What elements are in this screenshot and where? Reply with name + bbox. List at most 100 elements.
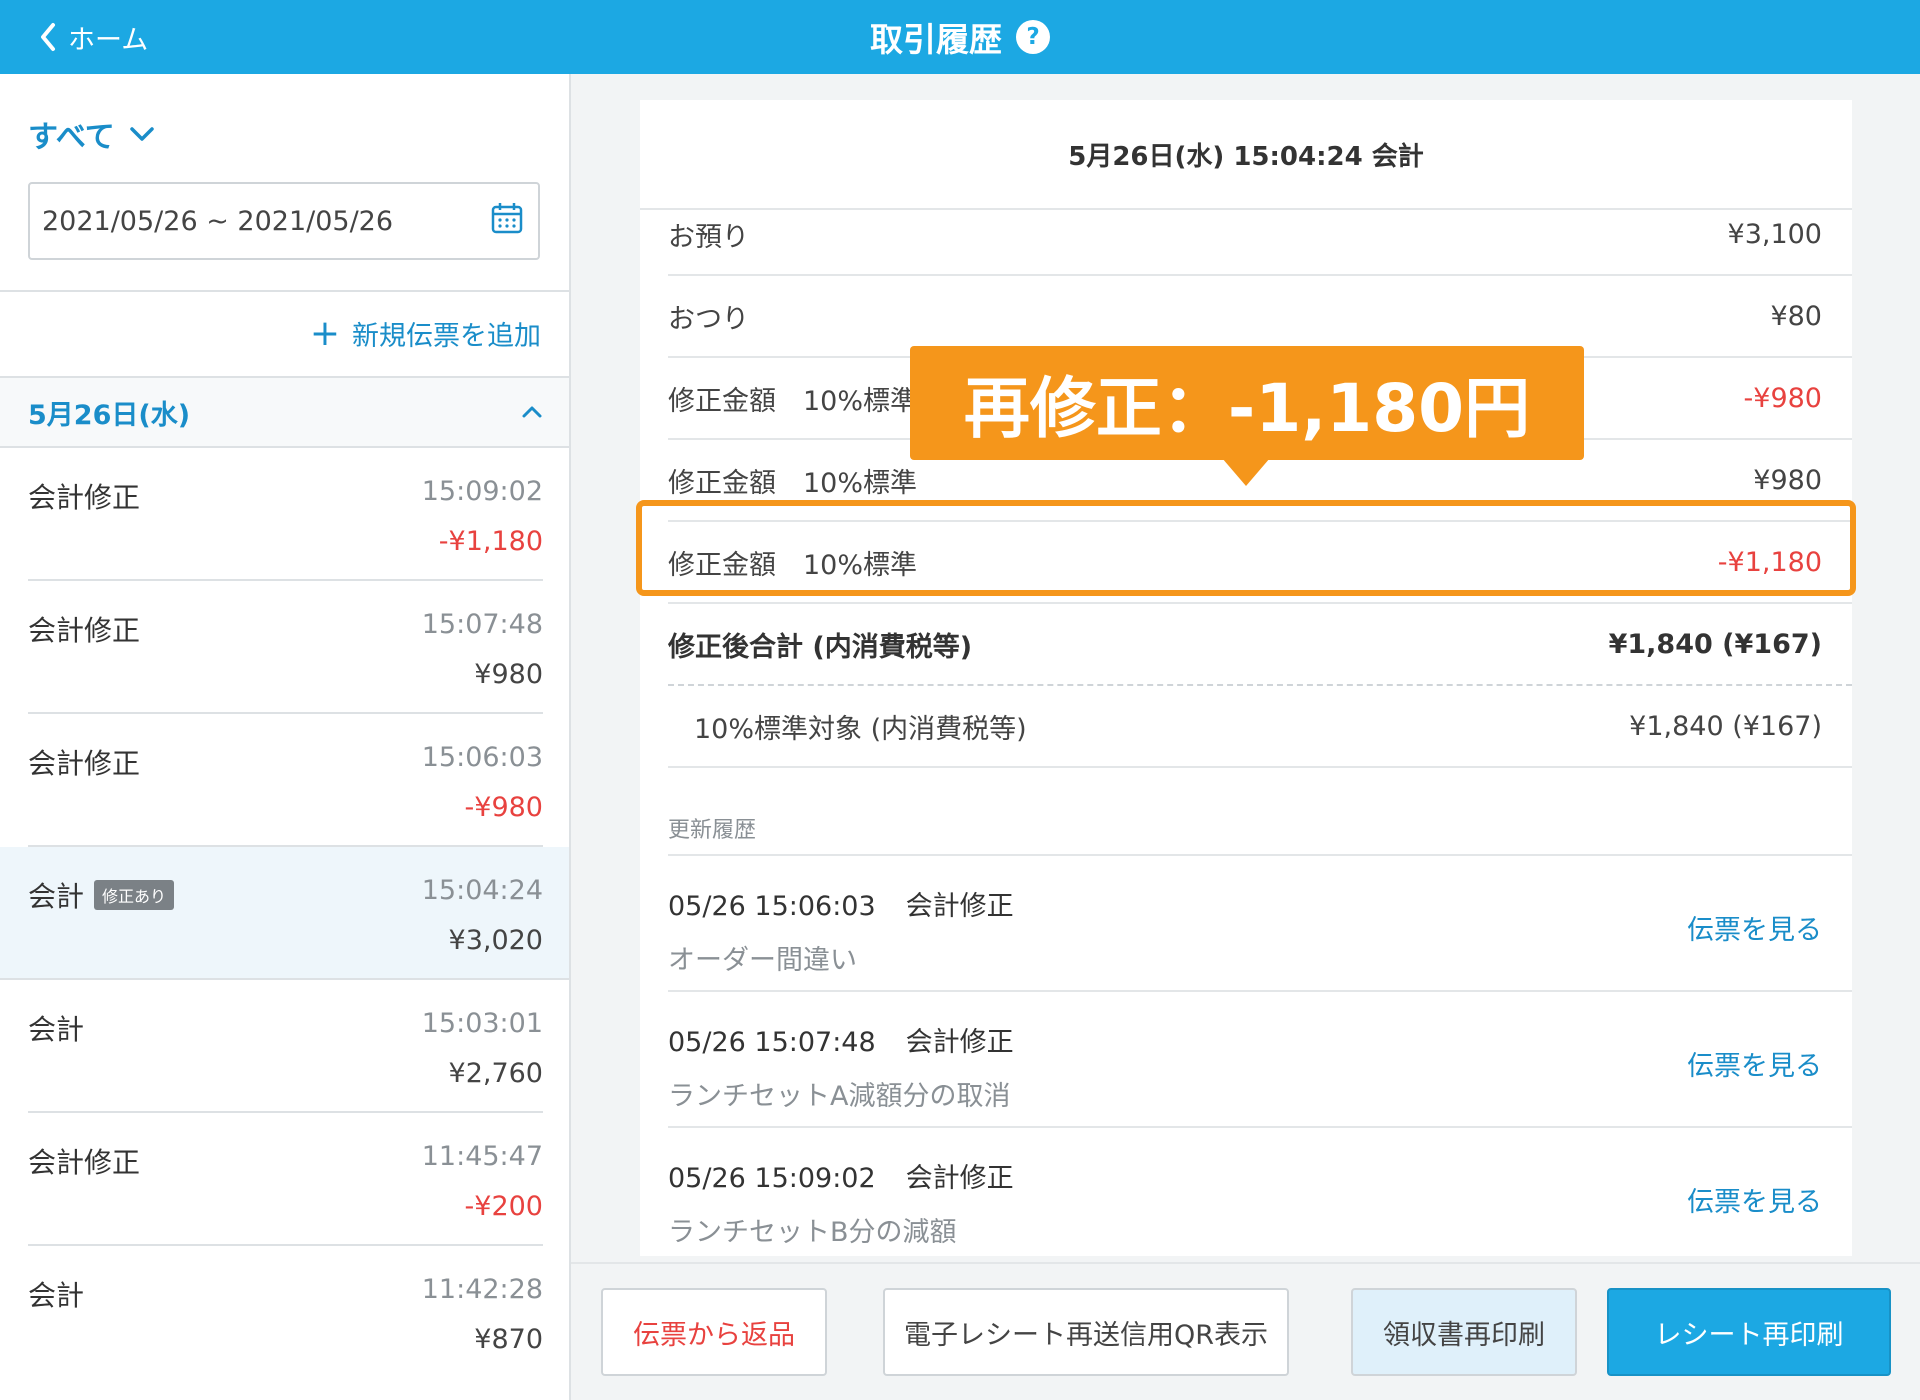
modified-badge: 修正あり: [94, 880, 175, 910]
transaction-amount: ¥870: [474, 1324, 543, 1355]
transaction-type-text: 会計: [28, 880, 85, 913]
view-slip-link[interactable]: 伝票を見る: [1687, 1180, 1822, 1219]
app-header: ホーム 取引履歴 ?: [0, 0, 1920, 74]
transaction-time: 11:45:47: [421, 1141, 543, 1172]
transaction-amount: ¥980: [474, 659, 543, 690]
callout-label: 再修正：-1,180円: [910, 346, 1584, 460]
history-type: 会計修正: [905, 1027, 1014, 1058]
total-label: 修正後合計 (内消費税等): [668, 631, 973, 663]
transaction-item[interactable]: 会計修正 11:45:47 -¥200: [28, 1113, 543, 1246]
row-label: おつり: [668, 303, 749, 335]
history-note: オーダー間違い: [668, 945, 857, 976]
history-title: 05/26 15:06:03 会計修正: [668, 884, 1014, 923]
reprint-invoice-button[interactable]: 領収書再印刷: [1351, 1288, 1577, 1376]
detail-title: 5月26日(水) 15:04:24 会計: [640, 100, 1852, 210]
page-title-group: 取引履歴 ?: [0, 0, 1920, 74]
view-slip-link[interactable]: 伝票を見る: [1687, 908, 1822, 947]
transaction-sidebar: すべて 2021/05/26 ~ 2021/05/26 + 新規伝票を追加 5月…: [0, 74, 571, 1400]
row-value: ¥3,100: [1727, 218, 1822, 250]
tax-label: 10%標準対象 (内消費税等): [694, 713, 1027, 745]
transaction-type: 会計: [28, 1274, 84, 1314]
day-label: 5月26日(水): [28, 399, 191, 431]
history-title: 05/26 15:07:48 会計修正: [668, 1020, 1014, 1059]
tax-value: ¥1,840 (¥167): [1629, 710, 1822, 742]
action-bar: 伝票から返品 電子レシート再送信用QR表示 領収書再印刷 レシート再印刷: [571, 1262, 1920, 1400]
transaction-amount: -¥980: [464, 792, 543, 823]
history-item: 05/26 15:06:03 会計修正 オーダー間違い 伝票を見る: [668, 856, 1852, 992]
transaction-amount: -¥1,180: [438, 526, 543, 557]
page-title: 取引履歴: [870, 20, 1002, 59]
transaction-amount: ¥2,760: [448, 1058, 543, 1089]
row-label: お預り: [668, 221, 749, 253]
transaction-amount: -¥200: [464, 1191, 543, 1222]
total-row: 修正後合計 (内消費税等) ¥1,840 (¥167): [668, 604, 1852, 686]
transaction-type: 会計修正: [28, 609, 140, 649]
history-title: 05/26 15:09:02 会計修正: [668, 1156, 1014, 1195]
transaction-item[interactable]: 会計修正 15:09:02 -¥1,180: [28, 448, 543, 581]
transaction-item[interactable]: 会計修正 15:07:48 ¥980: [28, 581, 543, 714]
date-range-value: 2021/05/26 ~ 2021/05/26: [42, 205, 394, 237]
sidebar-divider: [0, 290, 569, 292]
transaction-list: 会計修正 15:09:02 -¥1,180 会計修正 15:07:48 ¥980…: [0, 448, 569, 1379]
filter-label: すべて: [28, 120, 115, 155]
history-datetime: 05/26 15:07:48: [668, 1027, 876, 1058]
transaction-type: 会計修正: [28, 476, 140, 516]
transaction-type: 会計: [28, 1008, 84, 1048]
transaction-type: 会計修正: [28, 742, 140, 782]
transaction-type-text: 会計修正: [28, 747, 141, 780]
transaction-time: 11:42:28: [421, 1274, 543, 1305]
chevron-up-icon: [522, 406, 542, 418]
transaction-time: 15:06:03: [421, 742, 543, 773]
transaction-amount: ¥3,020: [448, 925, 543, 956]
history-note: ランチセットB分の減額: [668, 1217, 957, 1248]
transaction-type-text: 会計修正: [28, 1146, 141, 1179]
transaction-item[interactable]: 会計 15:03:01 ¥2,760: [28, 980, 543, 1113]
transaction-time: 15:04:24: [421, 875, 543, 906]
transaction-time: 15:09:02: [421, 476, 543, 507]
callout-arrow: [1222, 458, 1270, 486]
reprint-receipt-button[interactable]: レシート再印刷: [1607, 1288, 1891, 1376]
history-type: 会計修正: [905, 1163, 1014, 1194]
return-from-slip-button[interactable]: 伝票から返品: [601, 1288, 827, 1376]
row-label: 修正金額 10%標準: [668, 467, 918, 499]
calendar-icon[interactable]: [490, 201, 524, 242]
row-value: ¥80: [1770, 300, 1822, 332]
adjustment-row-highlighted: 修正金額 10%標準 -¥1,180: [668, 522, 1852, 604]
row-value: ¥980: [1753, 464, 1822, 496]
transaction-type: 会計 修正あり: [28, 875, 175, 915]
transaction-type-text: 会計修正: [28, 614, 141, 647]
transaction-type-text: 会計: [28, 1279, 85, 1312]
history-note: ランチセットA減額分の取消: [668, 1081, 1011, 1112]
transaction-item[interactable]: 会計修正 15:06:03 -¥980: [28, 714, 543, 847]
date-range-field[interactable]: 2021/05/26 ~ 2021/05/26: [28, 182, 540, 260]
transaction-type-text: 会計修正: [28, 481, 141, 514]
history-item: 05/26 15:07:48 会計修正 ランチセットA減額分の取消 伝票を見る: [668, 992, 1852, 1128]
transaction-type: 会計修正: [28, 1141, 140, 1181]
history-type: 会計修正: [905, 891, 1014, 922]
help-icon[interactable]: ?: [1016, 20, 1050, 54]
transaction-detail-panel: 5月26日(水) 15:04:24 会計 お預り ¥3,100 おつり ¥80 …: [640, 100, 1852, 1256]
transaction-item-selected[interactable]: 会計 修正あり 15:04:24 ¥3,020: [0, 847, 569, 980]
row-label: 修正金額 10%標準: [668, 549, 918, 581]
transaction-item[interactable]: 会計 11:42:28 ¥870: [28, 1246, 543, 1379]
tax-row: 10%標準対象 (内消費税等) ¥1,840 (¥167): [668, 686, 1852, 768]
filter-dropdown[interactable]: すべて: [28, 112, 155, 156]
history-item: 05/26 15:09:02 会計修正 ランチセットB分の減額 伝票を見る: [668, 1128, 1852, 1256]
add-slip-label: 新規伝票を追加: [352, 321, 541, 352]
day-group-header[interactable]: 5月26日(水): [0, 378, 569, 448]
row-label: 修正金額 10%標準: [668, 385, 918, 417]
add-slip-button[interactable]: + 新規伝票を追加: [310, 314, 541, 353]
show-qr-button[interactable]: 電子レシート再送信用QR表示: [883, 1288, 1289, 1376]
total-value: ¥1,840 (¥167): [1608, 628, 1822, 660]
row-value: -¥1,180: [1717, 546, 1822, 578]
history-section-label: 更新履歴: [668, 818, 757, 843]
history-datetime: 05/26 15:06:03: [668, 891, 876, 922]
transaction-time: 15:07:48: [421, 609, 543, 640]
transaction-type-text: 会計: [28, 1013, 85, 1046]
row-value: -¥980: [1743, 382, 1822, 414]
plus-icon: +: [309, 312, 340, 354]
history-datetime: 05/26 15:09:02: [668, 1163, 876, 1194]
view-slip-link[interactable]: 伝票を見る: [1687, 1044, 1822, 1083]
chevron-down-icon: [129, 127, 154, 141]
transaction-time: 15:03:01: [421, 1008, 543, 1039]
